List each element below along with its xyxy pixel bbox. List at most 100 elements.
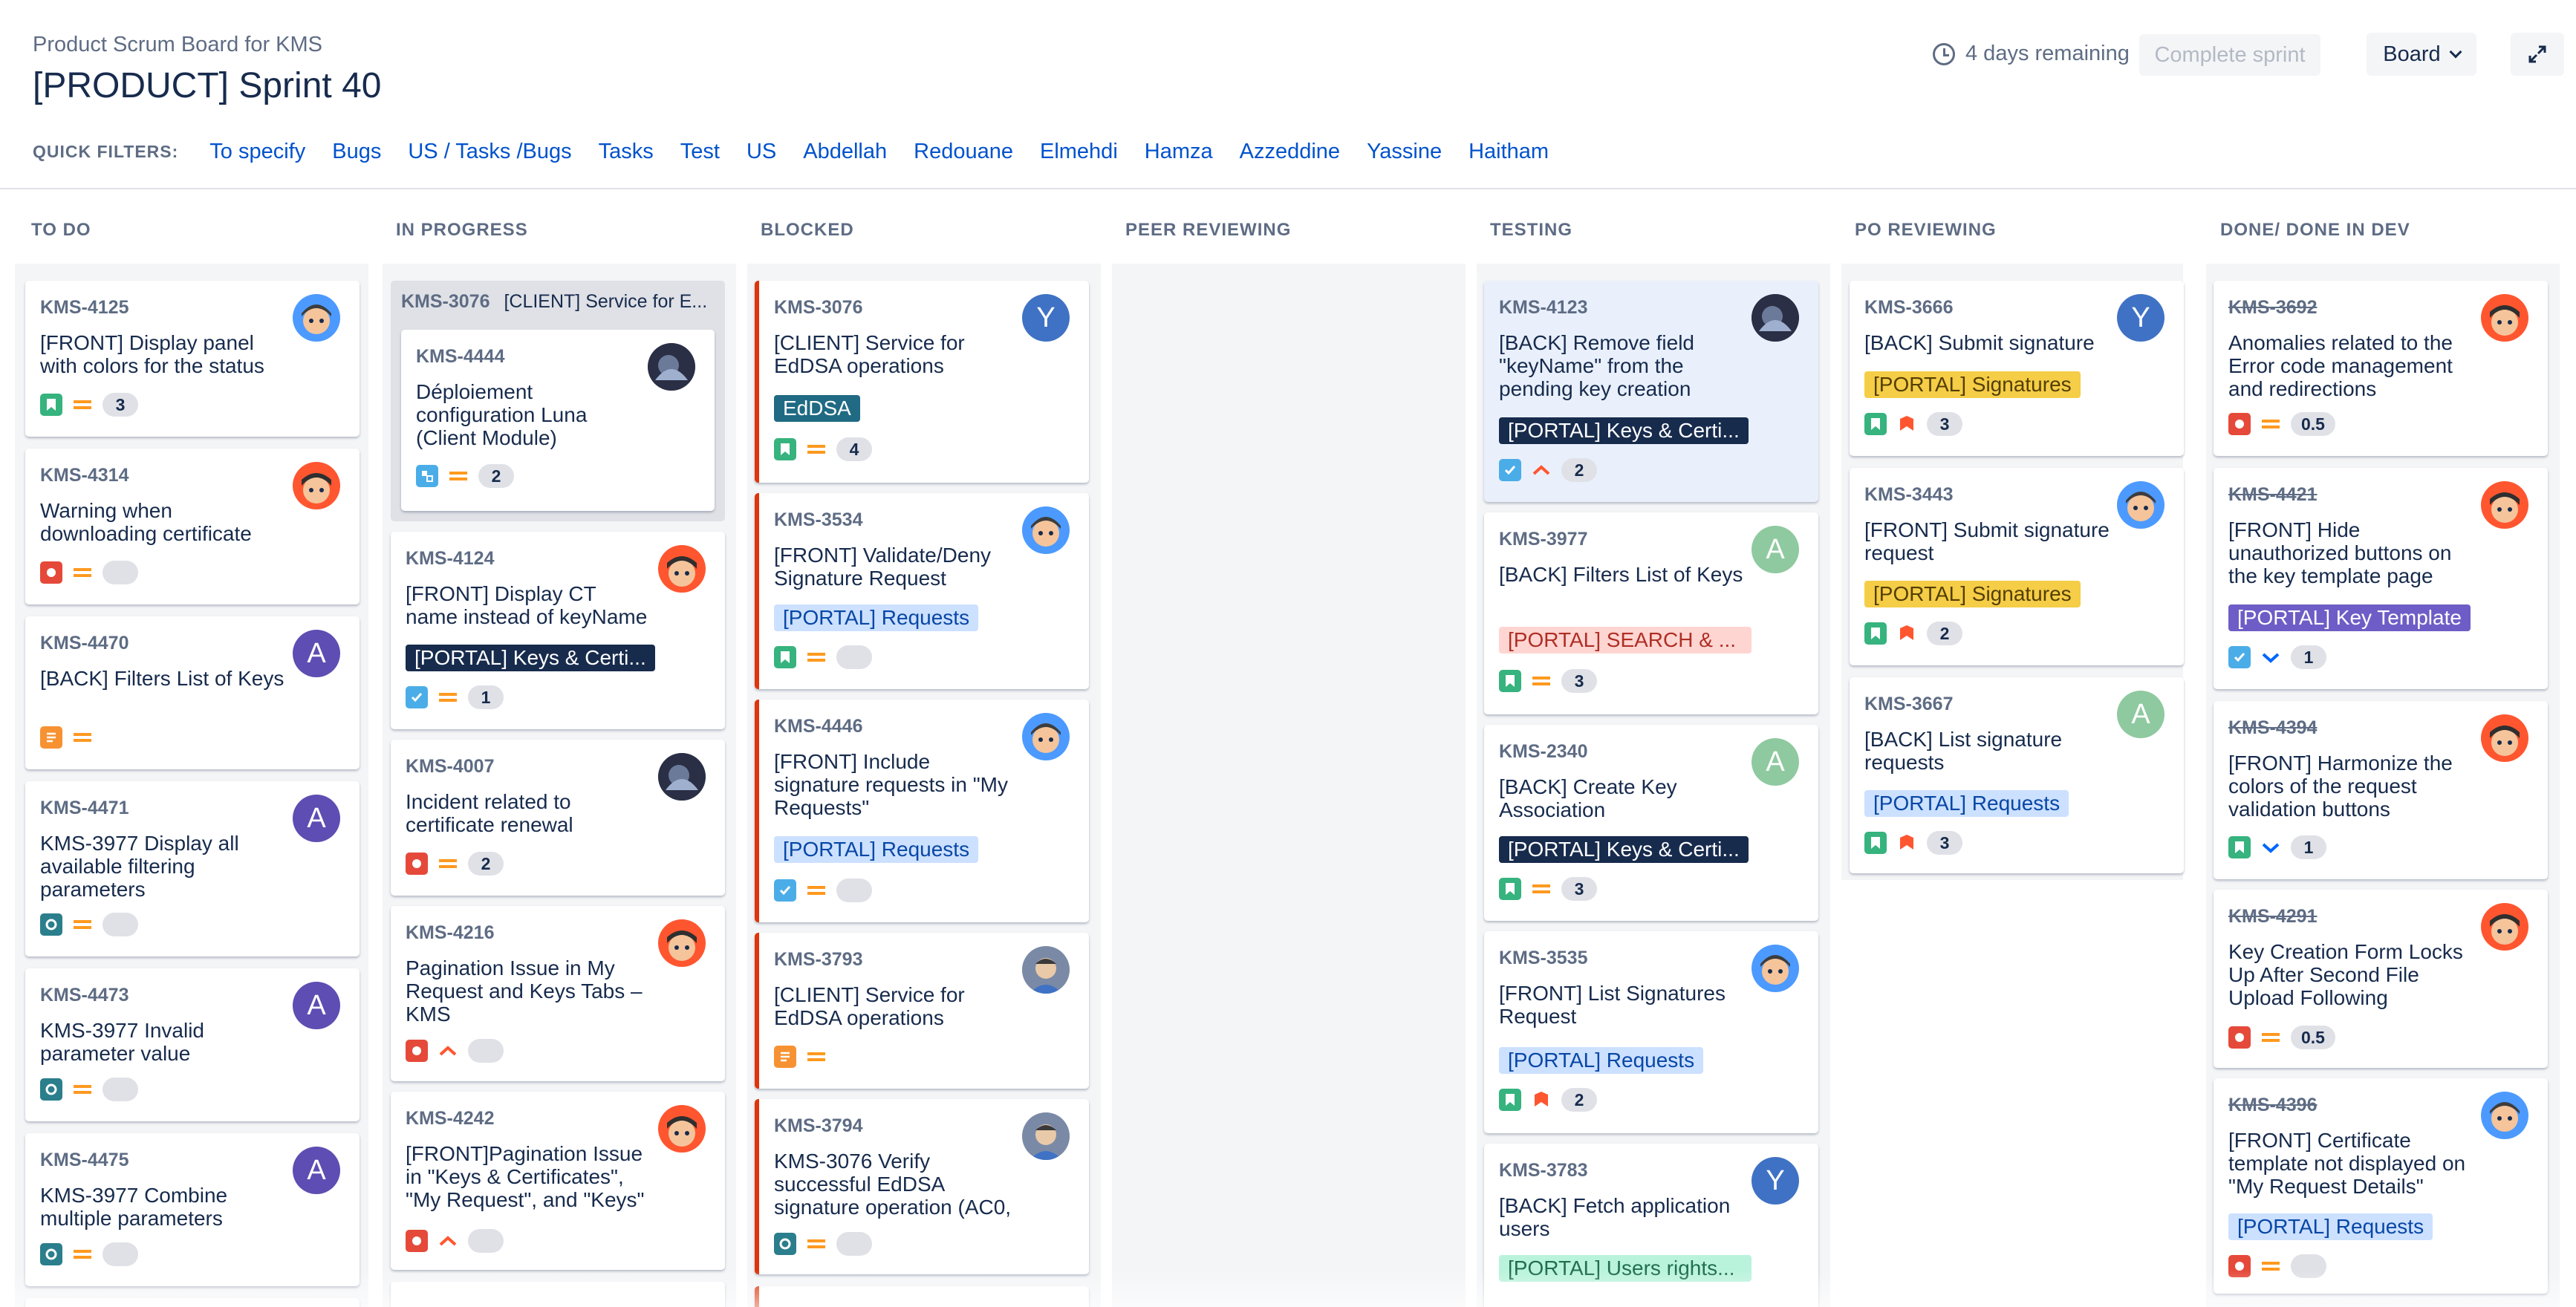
issue-key[interactable]: KMS-3977 (1499, 529, 1588, 550)
issue-key[interactable]: KMS-4475 (40, 1150, 129, 1171)
issue-key[interactable]: KMS-3783 (1499, 1160, 1588, 1181)
avatar[interactable] (1022, 713, 1070, 760)
issue-key[interactable]: KMS-4216 (406, 922, 495, 944)
issue-key[interactable]: KMS-4125 (40, 297, 129, 319)
issue-key[interactable]: KMS-4291 (2228, 906, 2318, 928)
avatar[interactable]: Y (1022, 294, 1070, 342)
issue-key[interactable]: KMS-3793 (774, 949, 863, 971)
epic-label[interactable]: [PORTAL] Requests (2228, 1213, 2433, 1240)
issue-card[interactable]: KMS-3692 Anomalies related to the Error … (2214, 281, 2548, 456)
epic-label[interactable]: [PORTAL] Signatures (1864, 371, 2081, 398)
filter-hamza[interactable]: Hamza (1145, 140, 1213, 164)
avatar[interactable] (658, 545, 706, 593)
issue-key[interactable]: KMS-4446 (774, 716, 863, 737)
issue-card[interactable]: KMS-4124 [FRONT] Display CT name instead… (391, 532, 725, 729)
avatar[interactable] (293, 462, 340, 509)
avatar[interactable] (2117, 481, 2164, 529)
avatar[interactable] (1022, 946, 1070, 994)
issue-card[interactable]: KMS-4421 [FRONT] Hide unauthorized butto… (2214, 468, 2548, 689)
parent-issue-key[interactable]: KMS-3076 (401, 291, 490, 312)
board-view-dropdown[interactable]: Board (2367, 33, 2476, 76)
filter-redouane[interactable]: Redouane (914, 140, 1013, 164)
issue-card[interactable]: KMS-4125 [FRONT] Display panel with colo… (25, 281, 360, 437)
avatar[interactable] (2481, 714, 2528, 762)
issue-card-selected[interactable]: KMS-4123 [BACK] Remove field "keyName" f… (1484, 281, 1818, 502)
filter-us-tasks-bugs[interactable]: US / Tasks /Bugs (408, 140, 571, 164)
epic-label[interactable]: [PORTAL] Keys & Certi... (1499, 836, 1749, 863)
issue-card[interactable]: KMS-3666 [BACK] Submit signature Y [PORT… (1850, 281, 2184, 456)
issue-key[interactable]: KMS-2340 (1499, 741, 1588, 763)
filter-yassine[interactable]: Yassine (1367, 140, 1442, 164)
issue-card[interactable]: KMS-3535 [FRONT] List Signatures Request… (1484, 931, 1818, 1133)
issue-key[interactable]: KMS-4394 (2228, 717, 2318, 739)
parent-issue-header[interactable]: KMS-3076 [CLIENT] Service for E... (401, 291, 707, 313)
issue-card[interactable]: KMS-3076 [CLIENT] Service for EdDSA oper… (755, 281, 1089, 483)
avatar[interactable] (293, 294, 340, 342)
avatar[interactable] (658, 1105, 706, 1153)
epic-label[interactable]: [PORTAL] Signatures (1864, 581, 2081, 607)
avatar[interactable] (2481, 1092, 2528, 1139)
epic-label[interactable]: EdDSA (774, 395, 860, 422)
issue-card[interactable]: KMS-4216 Pagination Issue in My Request … (391, 906, 725, 1081)
avatar[interactable]: Y (1752, 1157, 1799, 1205)
filter-test[interactable]: Test (680, 140, 720, 164)
issue-key[interactable]: KMS-3667 (1864, 694, 1954, 715)
filter-to-specify[interactable]: To specify (209, 140, 305, 164)
avatar[interactable] (2481, 294, 2528, 342)
issue-key[interactable]: KMS-4421 (2228, 484, 2318, 506)
filter-us[interactable]: US (747, 140, 776, 164)
avatar[interactable] (1752, 294, 1799, 342)
issue-card[interactable]: KMS-4291 Key Creation Form Locks Up Afte… (2214, 890, 2548, 1068)
issue-card[interactable]: KMS-4475 KMS-3977 Combine multiple param… (25, 1133, 360, 1286)
avatar[interactable]: A (293, 982, 340, 1029)
issue-key[interactable]: KMS-4473 (40, 985, 129, 1006)
issue-key[interactable]: KMS-3666 (1864, 297, 1954, 319)
filter-tasks[interactable]: Tasks (599, 140, 654, 164)
filter-haitham[interactable]: Haitham (1468, 140, 1549, 164)
avatar[interactable]: A (293, 1147, 340, 1194)
issue-card[interactable]: KMS-4396 [FRONT] Certificate template no… (2214, 1078, 2548, 1294)
avatar[interactable] (2481, 481, 2528, 529)
issue-key[interactable]: KMS-3534 (774, 509, 863, 531)
issue-card[interactable]: KMS-4394 [FRONT] Harmonize the colors of… (2214, 701, 2548, 879)
issue-card[interactable]: KMS-4446 [FRONT] Include signature reque… (755, 700, 1089, 922)
avatar[interactable]: Y (2117, 294, 2164, 342)
issue-key[interactable]: KMS-3076 (774, 297, 863, 319)
issue-key[interactable]: KMS-3794 (774, 1115, 863, 1137)
epic-label[interactable]: [PORTAL] Users rights... (1499, 1255, 1752, 1282)
epic-label[interactable]: [PORTAL] Requests (774, 836, 979, 863)
issue-key[interactable]: KMS-3692 (2228, 297, 2318, 319)
filter-abdellah[interactable]: Abdellah (803, 140, 887, 164)
issue-card[interactable] (755, 1286, 1089, 1307)
issue-card[interactable] (25, 1298, 360, 1307)
complete-sprint-button[interactable]: Complete sprint (2139, 34, 2320, 76)
issue-card[interactable]: KMS-4007 Incident related to certificate… (391, 740, 725, 896)
avatar[interactable] (1022, 506, 1070, 554)
issue-card[interactable]: KMS-2340 [BACK] Create Key Association A… (1484, 725, 1818, 921)
issue-card[interactable]: KMS-3977 [BACK] Filters List of Keys A [… (1484, 512, 1818, 714)
issue-key[interactable]: KMS-4124 (406, 548, 495, 570)
issue-card[interactable]: KMS-4470 [BACK] Filters List of Keys A (25, 616, 360, 769)
fullscreen-button[interactable] (2511, 33, 2564, 76)
issue-card[interactable]: KMS-4471 KMS-3977 Display all available … (25, 781, 360, 956)
epic-label[interactable]: [PORTAL] Requests (774, 604, 979, 631)
epic-label[interactable]: [PORTAL] Key Template (2228, 604, 2471, 631)
avatar[interactable]: A (293, 630, 340, 677)
issue-key[interactable]: KMS-4123 (1499, 297, 1588, 319)
issue-key[interactable]: KMS-4471 (40, 798, 129, 819)
issue-card[interactable]: KMS-3534 [FRONT] Validate/Deny Signature… (755, 493, 1089, 689)
issue-card[interactable]: KMS-3667 [BACK] List signature requests … (1850, 677, 2184, 873)
epic-label[interactable]: [PORTAL] Requests (1499, 1047, 1704, 1074)
issue-card[interactable]: KMS-4314 Warning when downloading certif… (25, 449, 360, 604)
issue-card[interactable]: KMS-3443 [FRONT] Submit signature reques… (1850, 468, 2184, 665)
avatar[interactable]: A (2117, 691, 2164, 738)
epic-label[interactable]: [PORTAL] SEARCH & ... (1499, 627, 1752, 654)
issue-key[interactable]: KMS-4007 (406, 756, 495, 778)
issue-key[interactable]: KMS-4314 (40, 465, 129, 486)
avatar[interactable]: A (1752, 526, 1799, 573)
avatar[interactable] (658, 919, 706, 967)
epic-label[interactable]: [PORTAL] Requests (1864, 790, 2069, 817)
issue-card[interactable]: KMS-4444 Déploiement configuration Luna … (401, 330, 715, 511)
issue-key[interactable]: KMS-3443 (1864, 484, 1954, 506)
issue-card[interactable]: KMS-4473 KMS-3977 Invalid parameter valu… (25, 968, 360, 1121)
